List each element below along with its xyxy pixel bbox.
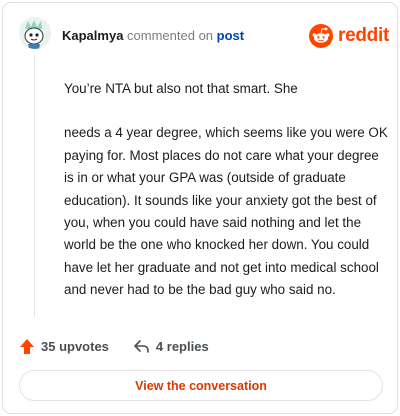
username-link[interactable]: Kapalmya — [62, 28, 123, 43]
commented-on-text: commented on — [127, 28, 214, 43]
upvote-count: 35 upvotes — [41, 338, 109, 354]
comment-actions: 35 upvotes 4 replies — [19, 336, 379, 356]
replies-button[interactable]: 4 replies — [133, 339, 209, 354]
user-avatar[interactable] — [19, 17, 51, 49]
reply-arrow-icon — [134, 339, 149, 353]
thread-line — [34, 55, 35, 317]
comment-paragraph-2: needs a 4 year degree, which seems like … — [64, 125, 388, 298]
comment-body: You’re NTA but also not that smart. She … — [64, 78, 389, 324]
reddit-wordmark: reddit — [338, 25, 389, 46]
upvote-button[interactable]: 35 upvotes — [19, 338, 109, 355]
embedded-comment-card: Kapalmya commented on post reddit You’re… — [2, 2, 398, 414]
upvote-arrow-icon — [20, 338, 34, 354]
comment-header: Kapalmya commented on post reddit — [19, 15, 389, 55]
reddit-brand-link[interactable]: reddit — [309, 23, 389, 49]
reddit-logo-icon — [309, 24, 334, 48]
reply-count: 4 replies — [155, 338, 209, 354]
avatar-snoo-icon — [19, 17, 51, 49]
post-link[interactable]: post — [217, 28, 244, 43]
comment-byline: Kapalmya commented on post — [62, 28, 244, 44]
view-conversation-button[interactable]: View the conversation — [19, 370, 383, 401]
comment-paragraph-1: You’re NTA but also not that smart. She — [64, 81, 298, 96]
